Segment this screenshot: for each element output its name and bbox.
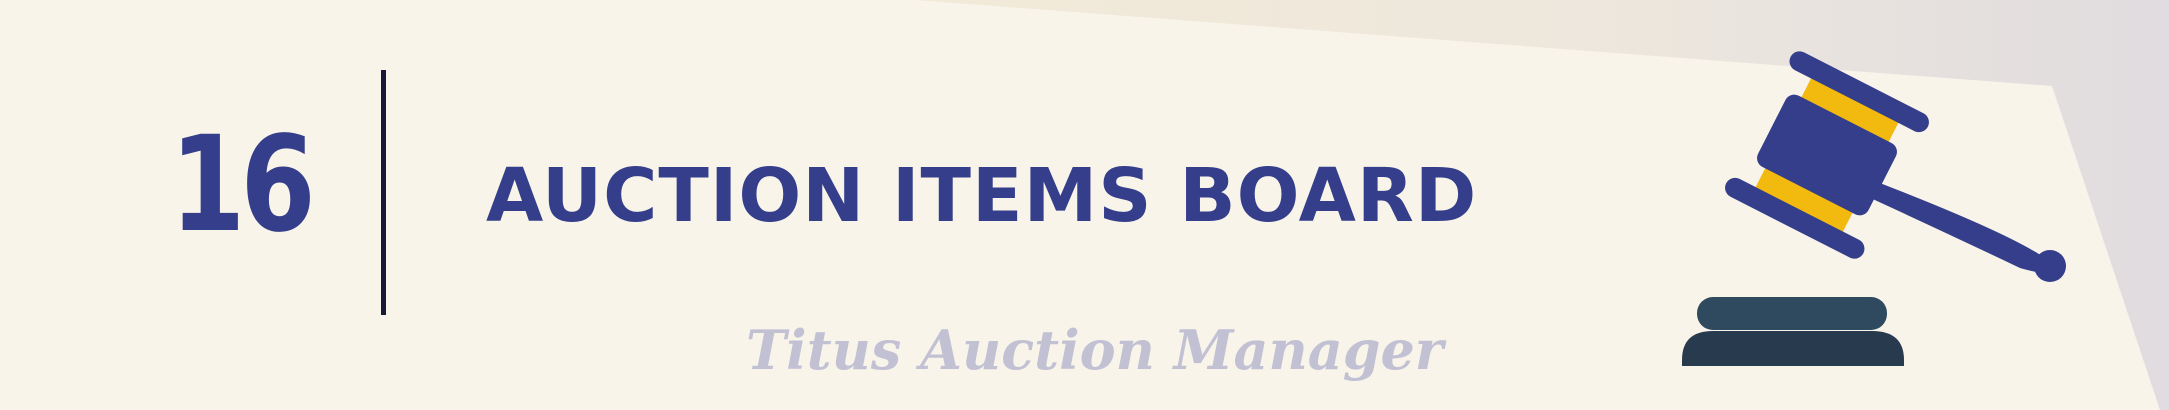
header-banner: 16 AUCTION ITEMS BOARD Titus Auction Man…: [0, 0, 2169, 410]
gavel-icon: [1682, 51, 2066, 366]
sound-block-icon: [1682, 297, 1904, 366]
